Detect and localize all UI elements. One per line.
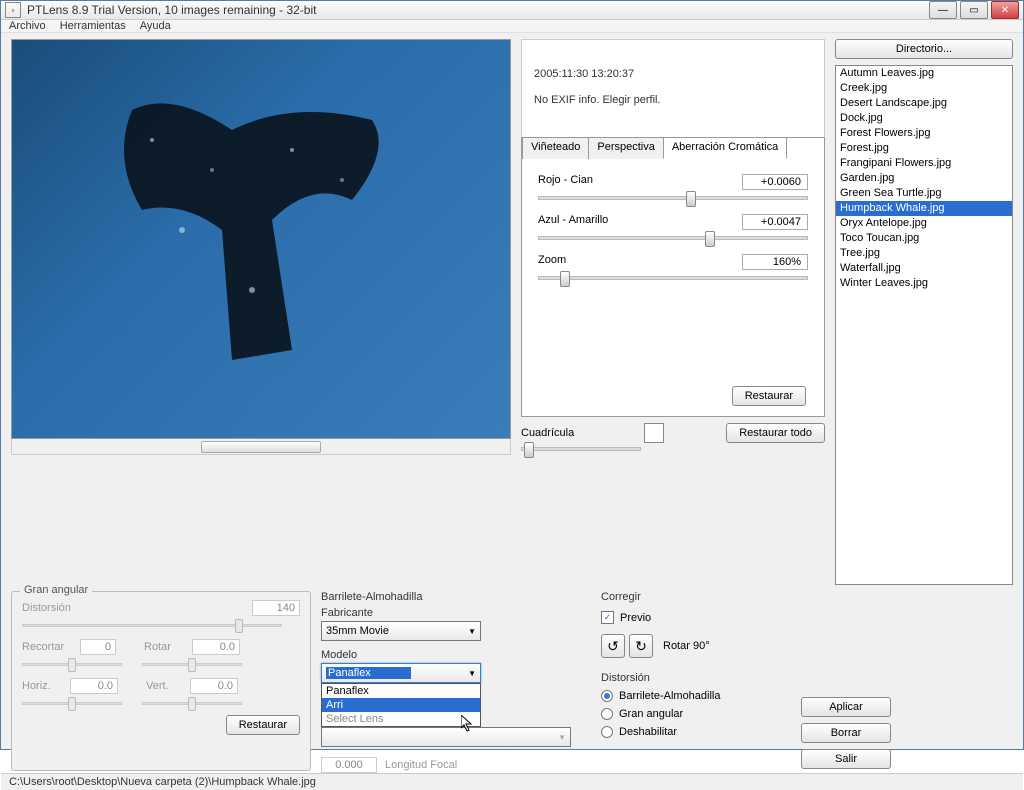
azul-label: Azul - Amarillo bbox=[538, 214, 608, 230]
modelo-opt-arri[interactable]: Arri bbox=[322, 698, 480, 712]
zoom-slider[interactable] bbox=[538, 276, 808, 280]
zoom-value[interactable]: 160% bbox=[742, 254, 808, 270]
modelo-opt-panaflex[interactable]: Panaflex bbox=[322, 684, 480, 698]
grid-color-box[interactable] bbox=[644, 423, 664, 443]
borrar-button[interactable]: Borrar bbox=[801, 723, 891, 743]
distorsion-value[interactable]: 140 bbox=[252, 600, 300, 616]
radio-gran-angular[interactable] bbox=[601, 708, 613, 720]
file-item[interactable]: Tree.jpg bbox=[836, 246, 1012, 261]
file-item[interactable]: Oryx Antelope.jpg bbox=[836, 216, 1012, 231]
file-item[interactable]: Dock.jpg bbox=[836, 111, 1012, 126]
zoom-label: Zoom bbox=[538, 254, 566, 270]
corregir-group: Corregir ✓ Previo ↺ ↻ Rotar 90° Distorsi… bbox=[601, 591, 781, 773]
modelo-select[interactable]: Panaflex▼ bbox=[321, 663, 481, 683]
menu-herramientas[interactable]: Herramientas bbox=[60, 20, 126, 32]
window-title: PTLens 8.9 Trial Version, 10 images rema… bbox=[27, 3, 929, 17]
whale-tail-graphic bbox=[92, 90, 432, 370]
aplicar-button[interactable]: Aplicar bbox=[801, 697, 891, 717]
file-item[interactable]: Autumn Leaves.jpg bbox=[836, 66, 1012, 81]
tab-chromatic[interactable]: Aberración Cromática bbox=[663, 137, 787, 159]
salir-button[interactable]: Salir bbox=[801, 749, 891, 769]
file-item[interactable]: Frangipani Flowers.jpg bbox=[836, 156, 1012, 171]
restore-all-button[interactable]: Restaurar todo bbox=[726, 423, 825, 443]
tab-vignette[interactable]: Viñeteado bbox=[522, 137, 589, 159]
fabricante-select[interactable]: 35mm Movie▼ bbox=[321, 621, 481, 641]
exif-message: No EXIF info. Elegir perfil. bbox=[534, 94, 812, 106]
rojo-label: Rojo - Cian bbox=[538, 174, 593, 190]
gran-angular-group: Gran angular Distorsión140 Recortar0 Rot… bbox=[11, 591, 311, 771]
file-item[interactable]: Toco Toucan.jpg bbox=[836, 231, 1012, 246]
radio-barrilete[interactable] bbox=[601, 690, 613, 702]
menubar: Archivo Herramientas Ayuda bbox=[1, 20, 1023, 33]
statusbar: C:\Users\root\Desktop\Nueva carpeta (2)\… bbox=[1, 773, 1023, 790]
modelo-dropdown[interactable]: Panaflex Arri Select Lens bbox=[321, 683, 481, 727]
titlebar: ▫ PTLens 8.9 Trial Version, 10 images re… bbox=[1, 1, 1023, 20]
exif-timestamp: 2005:11:30 13:20:37 bbox=[534, 68, 812, 80]
close-button[interactable]: ✕ bbox=[991, 1, 1019, 19]
rotate-ccw-button[interactable]: ↺ bbox=[601, 634, 625, 658]
previo-checkbox[interactable]: ✓ bbox=[601, 611, 614, 624]
file-item[interactable]: Waterfall.jpg bbox=[836, 261, 1012, 276]
file-item[interactable]: Green Sea Turtle.jpg bbox=[836, 186, 1012, 201]
distorsion-slider[interactable] bbox=[22, 624, 282, 627]
file-item[interactable]: Humpback Whale.jpg bbox=[836, 201, 1012, 216]
preview-scrollbar[interactable] bbox=[11, 439, 511, 455]
radio-deshabilitar[interactable] bbox=[601, 726, 613, 738]
maximize-button[interactable]: ▭ bbox=[960, 1, 988, 19]
grid-slider[interactable] bbox=[521, 447, 641, 451]
correction-tabs: Viñeteado Perspectiva Aberración Cromáti… bbox=[521, 137, 825, 417]
tab-perspective[interactable]: Perspectiva bbox=[588, 137, 663, 159]
file-item[interactable]: Creek.jpg bbox=[836, 81, 1012, 96]
file-item[interactable]: Forest.jpg bbox=[836, 141, 1012, 156]
barrilete-group: Barrilete-Almohadilla Fabricante 35mm Mo… bbox=[321, 591, 591, 773]
app-icon: ▫ bbox=[5, 2, 21, 18]
file-item[interactable]: Forest Flowers.jpg bbox=[836, 126, 1012, 141]
rojo-slider[interactable] bbox=[538, 196, 808, 200]
menu-archivo[interactable]: Archivo bbox=[9, 20, 46, 32]
directory-button[interactable]: Directorio... bbox=[835, 39, 1013, 59]
azul-value[interactable]: +0.0047 bbox=[742, 214, 808, 230]
azul-slider[interactable] bbox=[538, 236, 808, 240]
ga-restore-button[interactable]: Restaurar bbox=[226, 715, 300, 735]
file-list[interactable]: Autumn Leaves.jpgCreek.jpgDesert Landsca… bbox=[835, 65, 1013, 585]
app-window: ▫ PTLens 8.9 Trial Version, 10 images re… bbox=[0, 0, 1024, 750]
file-item[interactable]: Desert Landscape.jpg bbox=[836, 96, 1012, 111]
lens-select[interactable]: ▼ bbox=[321, 727, 571, 747]
modelo-opt-select[interactable]: Select Lens bbox=[322, 712, 480, 726]
exif-panel: 2005:11:30 13:20:37 No EXIF info. Elegir… bbox=[521, 39, 825, 137]
rotate-cw-button[interactable]: ↻ bbox=[629, 634, 653, 658]
image-preview[interactable] bbox=[11, 39, 511, 439]
menu-ayuda[interactable]: Ayuda bbox=[140, 20, 171, 32]
grid-label: Cuadrícula bbox=[521, 427, 574, 439]
rojo-value[interactable]: +0.0060 bbox=[742, 174, 808, 190]
file-item[interactable]: Winter Leaves.jpg bbox=[836, 276, 1012, 291]
minimize-button[interactable]: — bbox=[929, 1, 957, 19]
file-item[interactable]: Garden.jpg bbox=[836, 171, 1012, 186]
restore-tab-button[interactable]: Restaurar bbox=[732, 386, 806, 406]
